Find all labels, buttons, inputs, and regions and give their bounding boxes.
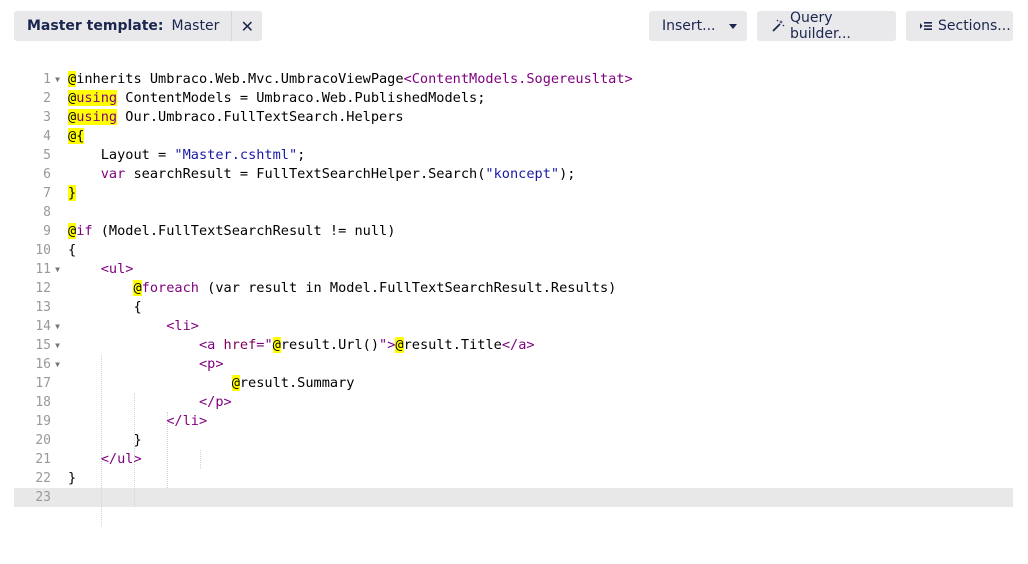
query-builder-label: Query builder... xyxy=(790,10,851,42)
chevron-down-icon[interactable] xyxy=(719,11,747,41)
magic-wand-icon xyxy=(771,19,785,33)
fold-chevron-icon[interactable]: ▼ xyxy=(53,355,62,374)
toolbar: Master template: Master ✕ Insert... Quer… xyxy=(14,10,1013,42)
indent-guide xyxy=(134,393,135,507)
code-text: Layout = "Master.cshtml"; xyxy=(68,147,306,163)
code-text: @result.Summary xyxy=(231,375,355,391)
code-line[interactable]: 16 ▼ <p> xyxy=(14,355,1013,374)
line-number: 17 xyxy=(35,376,51,391)
insert-button[interactable]: Insert... xyxy=(649,11,747,41)
code-line[interactable]: 1 ▼ @inherits Umbraco.Web.Mvc.UmbracoVie… xyxy=(14,70,1013,89)
code-text: { xyxy=(68,242,77,258)
line-number: 20 xyxy=(35,433,51,448)
sections-list-icon xyxy=(919,19,933,33)
insert-label: Insert... xyxy=(662,18,716,34)
line-number: 12 xyxy=(35,281,51,296)
code-line[interactable]: 7 } xyxy=(14,184,1013,203)
code-text: { xyxy=(68,299,142,315)
code-line[interactable]: 10 { xyxy=(14,241,1013,260)
code-line[interactable]: 14 ▼ <li> xyxy=(14,317,1013,336)
code-line[interactable]: 17 @result.Summary xyxy=(14,374,1013,393)
code-line[interactable]: 15 ▼ <a href="@result.Url()">@result.Tit… xyxy=(14,336,1013,355)
remove-master-template-button[interactable]: ✕ xyxy=(231,11,262,41)
code-line[interactable]: 18 </p> xyxy=(14,393,1013,412)
close-icon: ✕ xyxy=(240,16,255,36)
line-number: 18 xyxy=(35,395,51,410)
line-number: 15 xyxy=(35,338,51,353)
line-number: 5 xyxy=(43,148,51,163)
code-line[interactable]: 20 } xyxy=(14,431,1013,450)
code-line[interactable]: 11 ▼ <ul> xyxy=(14,260,1013,279)
fold-chevron-icon[interactable]: ▼ xyxy=(53,336,62,355)
code-line[interactable]: 22 } xyxy=(14,469,1013,488)
line-number: 7 xyxy=(43,186,51,201)
sections-label: Sections... xyxy=(938,18,1011,34)
indent-guide xyxy=(167,412,168,488)
line-number: 2 xyxy=(43,91,51,106)
code-text: var searchResult = FullTextSearchHelper.… xyxy=(100,166,576,182)
code-text: <li> xyxy=(166,318,199,334)
line-number: 14 xyxy=(35,319,51,334)
master-template-value[interactable]: Master xyxy=(172,11,232,41)
code-text: @if (Model.FullTextSearchResult != null) xyxy=(68,223,396,239)
indent-guide xyxy=(200,450,201,469)
line-number: 10 xyxy=(35,243,51,258)
line-number: 3 xyxy=(43,110,51,125)
code-text: @{ xyxy=(68,128,85,144)
query-builder-button[interactable]: Query builder... xyxy=(757,10,896,42)
line-number: 8 xyxy=(43,205,51,220)
indent-guide xyxy=(101,355,102,526)
master-template-label: Master template: xyxy=(27,18,164,34)
code-line-active[interactable]: 23 xyxy=(14,488,1013,507)
code-line[interactable]: 3 @using Our.Umbraco.FullTextSearch.Help… xyxy=(14,108,1013,127)
code-line[interactable]: 13 { xyxy=(14,298,1013,317)
line-number: 19 xyxy=(35,414,51,429)
code-line[interactable]: 12 @foreach (var result in Model.FullTex… xyxy=(14,279,1013,298)
line-number: 23 xyxy=(35,490,51,505)
code-text: </li> xyxy=(166,413,208,429)
code-line[interactable]: 5 Layout = "Master.cshtml"; xyxy=(14,146,1013,165)
sections-button[interactable]: Sections... xyxy=(906,11,1013,41)
code-editor[interactable]: 1 ▼ @inherits Umbraco.Web.Mvc.UmbracoVie… xyxy=(14,70,1013,526)
line-number: 21 xyxy=(35,452,51,467)
code-text: @using Our.Umbraco.FullTextSearch.Helper… xyxy=(68,109,404,125)
fold-chevron-icon[interactable]: ▼ xyxy=(53,317,62,336)
line-number: 11 xyxy=(35,262,51,277)
code-line[interactable]: 19 </li> xyxy=(14,412,1013,431)
code-text: } xyxy=(68,432,142,448)
code-text: <p> xyxy=(198,356,224,372)
code-line[interactable]: 8 xyxy=(14,203,1013,222)
code-text: <ul> xyxy=(100,261,134,277)
code-line[interactable]: 2 @using ContentModels = Umbraco.Web.Pub… xyxy=(14,89,1013,108)
code-text: @using ContentModels = Umbraco.Web.Publi… xyxy=(68,90,486,106)
code-text: @inherits Umbraco.Web.Mvc.UmbracoViewPag… xyxy=(68,71,633,87)
master-template-picker[interactable]: Master template: Master ✕ xyxy=(14,11,263,41)
line-number: 13 xyxy=(35,300,51,315)
code-text: } xyxy=(68,470,77,486)
line-number: 22 xyxy=(35,471,51,486)
code-text: @foreach (var result in Model.FullTextSe… xyxy=(133,280,617,296)
code-text: </ul> xyxy=(100,451,142,467)
line-number: 1 xyxy=(43,72,51,87)
code-text: </p> xyxy=(198,394,232,410)
line-number: 9 xyxy=(43,224,51,239)
fold-chevron-icon[interactable]: ▼ xyxy=(53,260,62,279)
code-text: <a href="@result.Url()">@result.Title</a… xyxy=(198,337,535,353)
fold-chevron-icon[interactable]: ▼ xyxy=(53,70,62,89)
code-line[interactable]: 6 var searchResult = FullTextSearchHelpe… xyxy=(14,165,1013,184)
code-line[interactable]: 4 @{ xyxy=(14,127,1013,146)
line-number: 6 xyxy=(43,167,51,182)
line-number: 16 xyxy=(35,357,51,372)
code-text: } xyxy=(68,185,77,201)
code-line[interactable]: 21 </ul> xyxy=(14,450,1013,469)
line-number: 4 xyxy=(43,129,51,144)
code-line[interactable]: 9 @if (Model.FullTextSearchResult != nul… xyxy=(14,222,1013,241)
